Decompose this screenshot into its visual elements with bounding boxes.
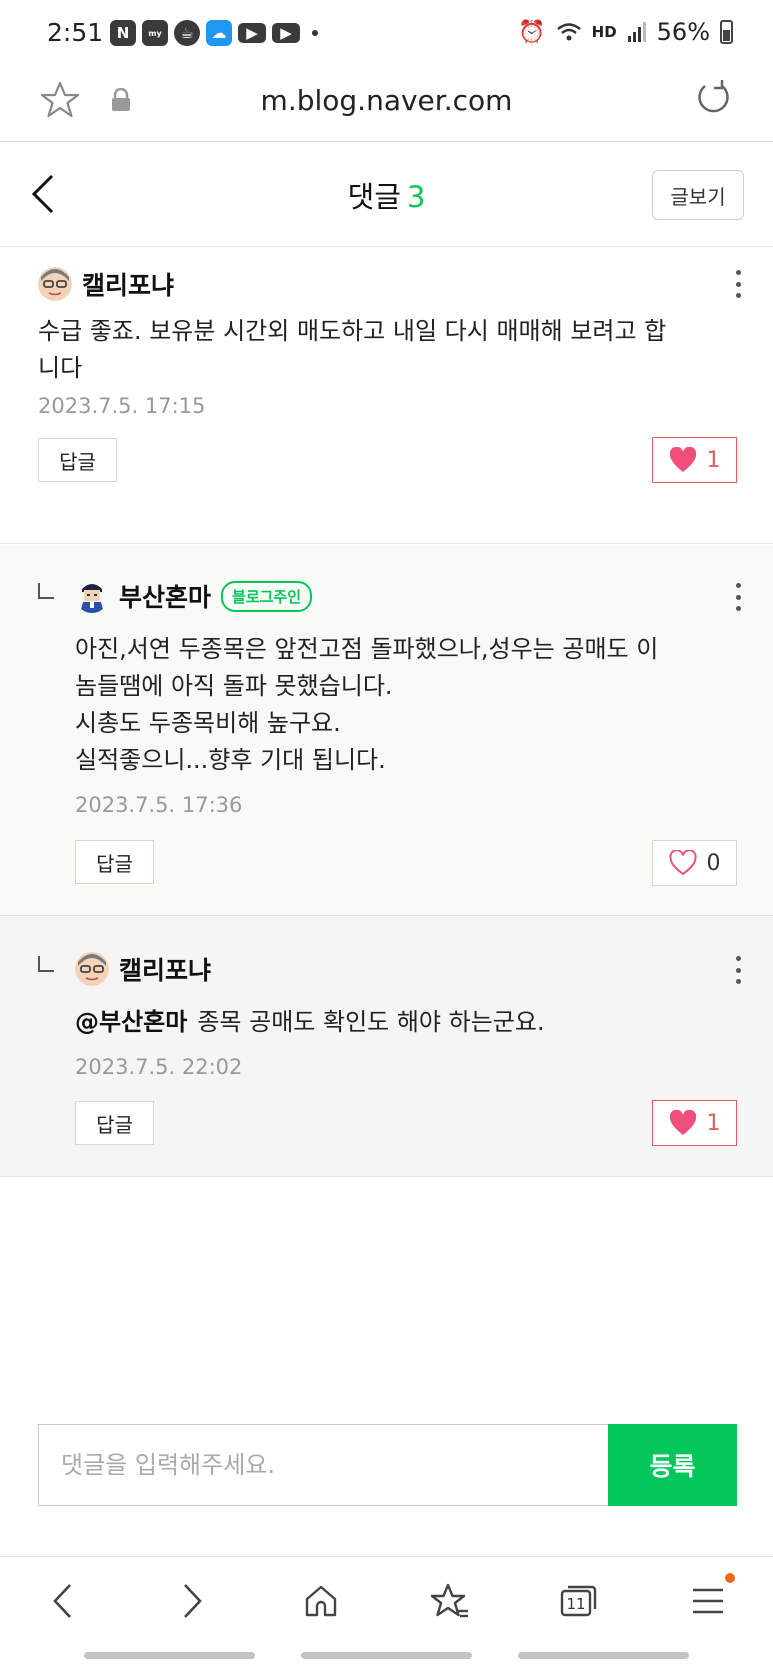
battery-icon [720,20,733,44]
gesture-handle[interactable] [301,1652,472,1659]
comment-text: 아진,서연 두종목은 앞전고점 돌파했으나,성우는 공매도 이 놈들땜에 아직 … [75,635,659,774]
cloud-icon: ☁ [206,20,232,46]
browser-bottom-nav: 11 [0,1556,773,1646]
chevron-right-icon [184,1584,202,1618]
nav-bookmarks-button[interactable] [428,1579,472,1623]
bookmarks-star-icon [430,1583,468,1618]
comment-author: 캘리포냐 [38,266,174,302]
reply-button[interactable]: 답글 [38,438,117,482]
naver-icon: N [110,20,136,46]
like-button[interactable]: 0 [652,840,737,886]
chevron-left-icon [53,1584,71,1618]
avatar[interactable] [75,579,109,613]
comment-author: 캘리포냐 [75,951,211,987]
mention-tag[interactable]: @부산혼마 [75,1008,187,1036]
more-notifications-icon [312,30,318,36]
hd-voice-label: HD [591,23,617,41]
url-text[interactable]: m.blog.naver.com [0,84,773,117]
heart-filled-icon [669,1110,696,1135]
nav-tabs-button[interactable]: 11 [557,1579,601,1623]
menu-icon [693,1588,723,1614]
status-time: 2:51 [47,18,104,47]
system-status: ⏰ HD 56% [518,18,733,46]
gesture-handle[interactable] [84,1652,255,1659]
youtube-icon: ▶ [238,23,266,43]
youtube-icon: ▶ [272,23,300,43]
battery-percent: 56% [656,18,710,46]
more-options-button[interactable] [733,956,743,984]
alarm-icon: ⏰ [518,19,546,45]
wifi-icon [556,23,581,41]
gesture-handle[interactable] [518,1652,689,1659]
comment-date: 2023.7.5. 22:02 [75,1055,243,1079]
reply-indicator-icon [38,583,54,599]
view-post-button[interactable]: 글보기 [652,170,744,220]
tab-count: 11 [566,1595,585,1613]
nav-back-button[interactable] [41,1579,85,1623]
comment-text: 수급 좋죠. 보유분 시간외 매도하고 내일 다시 매매해 보려고 합 니다 [38,317,667,382]
nav-home-button[interactable] [299,1579,343,1623]
like-count: 1 [706,1110,721,1136]
avatar[interactable] [75,952,109,986]
tabs-icon: 11 [560,1585,597,1617]
reload-icon [698,80,729,113]
reply-indicator-icon [38,956,54,972]
comment-body: 종목 공매도 확인도 해야 하는군요. [197,1008,545,1036]
reply-button[interactable]: 답글 [75,840,154,884]
home-icon [305,1585,337,1617]
avatar[interactable] [38,267,72,301]
comment-input-row: 등록 [38,1424,737,1506]
comment-text: @부산혼마 종목 공매도 확인도 해야 하는군요. [75,1004,735,1041]
status-bar: 2:51 N my ☕ ☁ ▶ ▶ ⏰ HD 56% [0,0,773,68]
more-options-button[interactable] [733,270,743,298]
reply-button[interactable]: 답글 [75,1101,154,1145]
page-title-text: 댓글 [347,180,401,214]
more-options-button[interactable] [733,583,743,611]
comment-date: 2023.7.5. 17:36 [75,793,243,817]
heart-filled-icon [669,447,696,472]
comment-input[interactable] [38,1424,608,1506]
comment-header: 댓글 3 글보기 [0,142,773,247]
nav-forward-button[interactable] [170,1579,214,1623]
blog-owner-badge: 블로그주인 [221,580,313,612]
submit-comment-button[interactable]: 등록 [608,1424,737,1506]
notification-dot [725,1573,735,1583]
like-button[interactable]: 1 [652,437,737,483]
comment-author: 부산혼마 블로그주인 [75,578,313,614]
like-button[interactable]: 1 [652,1100,737,1146]
reload-button[interactable] [693,78,733,118]
author-name[interactable]: 캘리포냐 [82,266,174,302]
like-count: 0 [706,850,721,876]
notification-icons: N my ☕ ☁ ▶ ▶ [110,20,318,46]
comment-date: 2023.7.5. 17:15 [38,394,206,418]
author-name[interactable]: 캘리포냐 [119,951,211,987]
reply-item: 캘리포냐 @부산혼마 종목 공매도 확인도 해야 하는군요. 2023.7.5. … [0,915,773,1177]
heart-outline-icon [668,850,697,876]
reply-item: 부산혼마 블로그주인 아진,서연 두종목은 앞전고점 돌파했으나,성우는 공매도… [0,545,773,915]
comment-item: 캘리포냐 수급 좋죠. 보유분 시간외 매도하고 내일 다시 매매해 보려고 합… [0,248,773,544]
myfinance-icon: my [142,20,168,46]
comment-count: 3 [406,180,426,214]
nav-menu-button[interactable] [686,1579,730,1623]
coffee-icon: ☕ [174,20,200,46]
signal-icon [627,22,646,42]
like-count: 1 [706,447,721,473]
url-bar: m.blog.naver.com [0,68,773,142]
author-name[interactable]: 부산혼마 [119,578,211,614]
